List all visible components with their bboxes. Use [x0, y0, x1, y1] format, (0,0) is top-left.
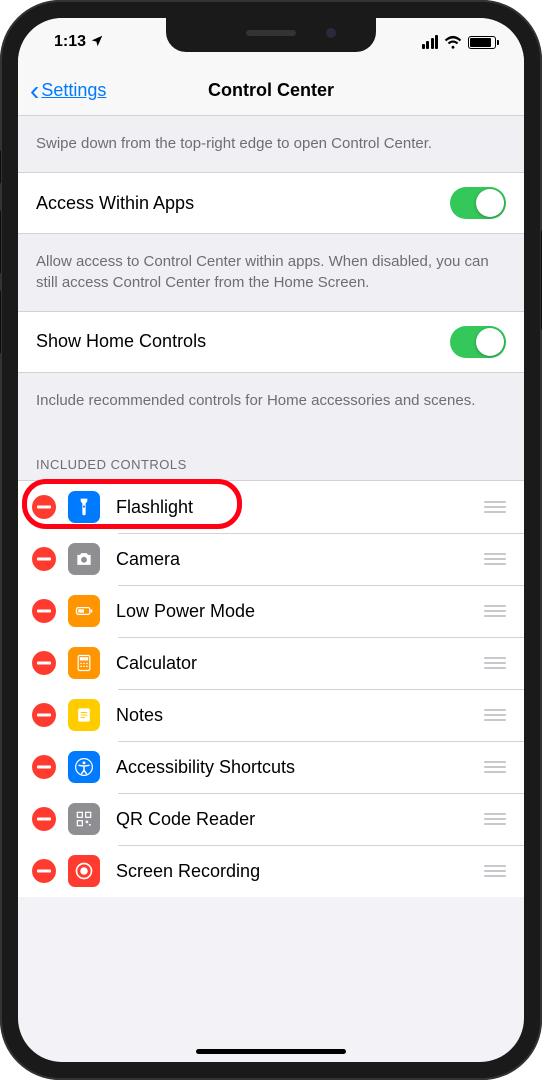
drag-handle-notes[interactable] — [484, 709, 510, 721]
remove-button-flashlight[interactable] — [32, 495, 56, 519]
mute-switch — [0, 150, 1, 184]
nav-header: ‹ Settings Control Center — [18, 66, 524, 116]
notes-icon — [68, 699, 100, 731]
battery-icon — [68, 595, 100, 627]
volume-down-button — [0, 290, 1, 354]
battery-icon — [468, 36, 496, 49]
home-label: Show Home Controls — [36, 331, 206, 352]
control-label-notes: Notes — [116, 705, 484, 726]
control-label-lowpower: Low Power Mode — [116, 601, 484, 622]
remove-button-calculator[interactable] — [32, 651, 56, 675]
remove-button-notes[interactable] — [32, 703, 56, 727]
drag-handle-screenrec[interactable] — [484, 865, 510, 877]
intro-text: Swipe down from the top-right edge to op… — [18, 116, 524, 172]
remove-button-qrcode[interactable] — [32, 807, 56, 831]
control-row-flashlight: Flashlight — [18, 481, 524, 533]
home-indicator[interactable] — [196, 1049, 346, 1054]
remove-button-accessibility[interactable] — [32, 755, 56, 779]
control-row-accessibility: Accessibility Shortcuts — [18, 741, 524, 793]
volume-up-button — [0, 210, 1, 274]
control-row-screenrec: Screen Recording — [18, 845, 524, 897]
cellular-icon — [422, 35, 439, 49]
flashlight-icon — [68, 491, 100, 523]
home-footer: Include recommended controls for Home ac… — [18, 373, 524, 429]
status-time: 1:13 — [54, 33, 86, 51]
location-icon — [90, 34, 104, 51]
control-label-calculator: Calculator — [116, 653, 484, 674]
access-toggle[interactable] — [450, 187, 506, 219]
back-label: Settings — [41, 80, 106, 101]
access-footer: Allow access to Control Center within ap… — [18, 234, 524, 311]
control-label-screenrec: Screen Recording — [116, 861, 484, 882]
drag-handle-accessibility[interactable] — [484, 761, 510, 773]
control-label-accessibility: Accessibility Shortcuts — [116, 757, 484, 778]
chevron-left-icon: ‹ — [30, 75, 39, 107]
drag-handle-flashlight[interactable] — [484, 501, 510, 513]
remove-button-screenrec[interactable] — [32, 859, 56, 883]
camera-icon — [68, 543, 100, 575]
back-button[interactable]: ‹ Settings — [30, 75, 106, 107]
control-label-qrcode: QR Code Reader — [116, 809, 484, 830]
remove-button-lowpower[interactable] — [32, 599, 56, 623]
control-row-lowpower: Low Power Mode — [18, 585, 524, 637]
control-row-camera: Camera — [18, 533, 524, 585]
screen: 1:13 ‹ Settings Control Center Swipe do — [18, 18, 524, 1062]
home-toggle[interactable] — [450, 326, 506, 358]
drag-handle-lowpower[interactable] — [484, 605, 510, 617]
included-controls-header: INCLUDED CONTROLS — [18, 429, 524, 480]
controls-list: Flashlight Camera Low Power Mode Calcula… — [18, 480, 524, 897]
show-home-controls-cell: Show Home Controls — [18, 311, 524, 373]
accessibility-icon — [68, 751, 100, 783]
phone-frame: 1:13 ‹ Settings Control Center Swipe do — [0, 0, 542, 1080]
access-label: Access Within Apps — [36, 193, 194, 214]
control-label-camera: Camera — [116, 549, 484, 570]
access-within-apps-cell: Access Within Apps — [18, 172, 524, 234]
notch — [166, 18, 376, 52]
drag-handle-calculator[interactable] — [484, 657, 510, 669]
calculator-icon — [68, 647, 100, 679]
remove-button-camera[interactable] — [32, 547, 56, 571]
control-row-qrcode: QR Code Reader — [18, 793, 524, 845]
control-row-notes: Notes — [18, 689, 524, 741]
control-label-flashlight: Flashlight — [116, 497, 484, 518]
control-row-calculator: Calculator — [18, 637, 524, 689]
drag-handle-camera[interactable] — [484, 553, 510, 565]
record-icon — [68, 855, 100, 887]
content: Swipe down from the top-right edge to op… — [18, 116, 524, 897]
drag-handle-qrcode[interactable] — [484, 813, 510, 825]
wifi-icon — [444, 35, 462, 49]
qrcode-icon — [68, 803, 100, 835]
